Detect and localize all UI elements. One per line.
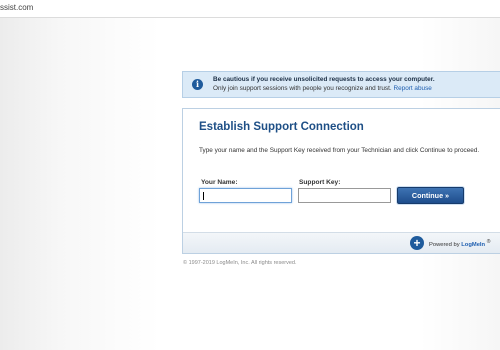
panel-footer: + Powered by LogMeIn ® [183, 232, 500, 253]
report-abuse-link[interactable]: Report abuse [393, 85, 431, 92]
text-cursor [203, 192, 204, 200]
name-label: Your Name: [201, 179, 238, 186]
security-warning-banner: i Be cautious if you receive unsolicited… [182, 71, 500, 98]
warning-message: Only join support sessions with people y… [213, 85, 392, 92]
continue-button[interactable]: Continue » [397, 187, 464, 204]
name-input[interactable] [199, 188, 292, 203]
warning-title: Be cautious if you receive unsolicited r… [213, 76, 435, 83]
support-key-input[interactable] [298, 188, 391, 203]
address-bar[interactable]: ssist.com [0, 0, 500, 18]
copyright-text: © 1997-2019 LogMeIn, Inc. All rights res… [183, 260, 297, 266]
plus-icon: + [410, 236, 424, 250]
powered-by-text: Powered by LogMeIn ® [429, 239, 491, 248]
warning-text: Only join support sessions with people y… [213, 85, 432, 92]
support-key-label: Support Key: [299, 179, 341, 186]
logmein-link[interactable]: LogMeIn [461, 242, 485, 248]
info-icon: i [192, 79, 203, 90]
support-connection-panel: Establish Support Connection Type your n… [182, 108, 500, 254]
form-description: Type your name and the Support Key recei… [199, 147, 480, 154]
registered-mark: ® [486, 239, 491, 245]
page-title: Establish Support Connection [199, 121, 364, 133]
url-text: ssist.com [0, 3, 34, 12]
